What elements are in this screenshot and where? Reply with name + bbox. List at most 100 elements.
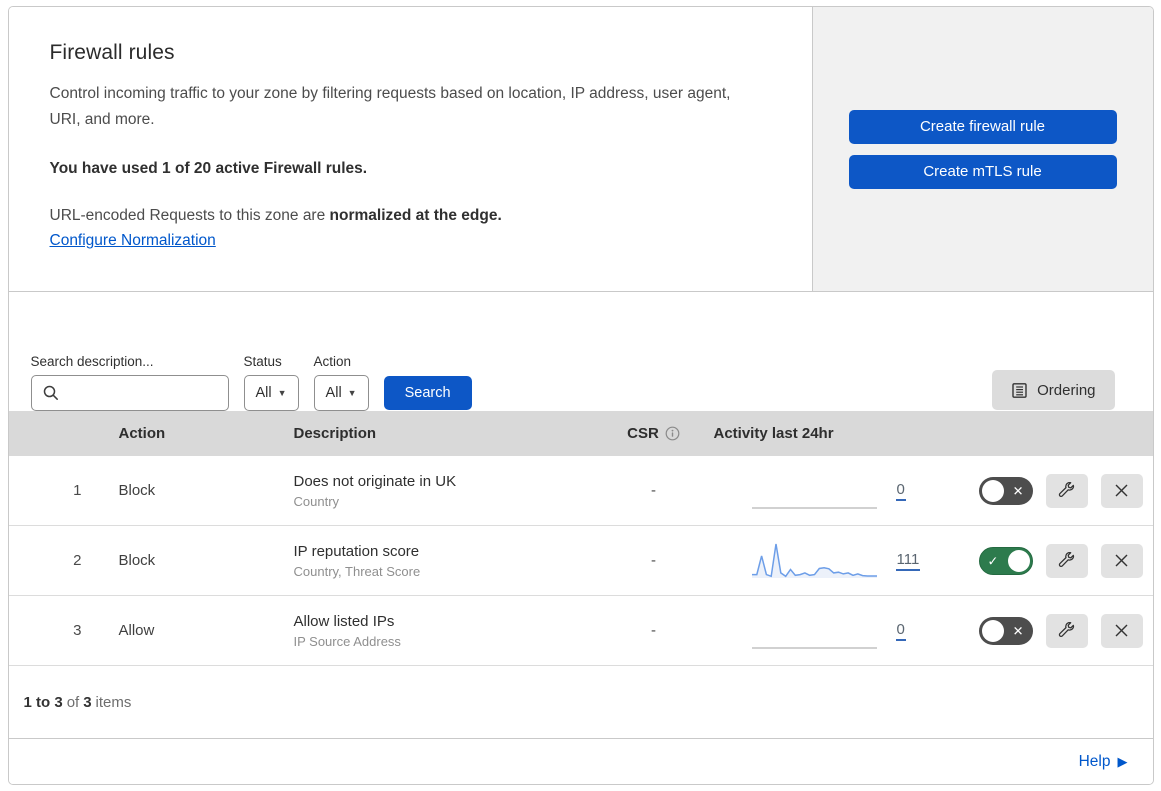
rule-activity: 111 [714,539,969,583]
items-text: items [95,693,132,711]
close-icon [1114,483,1129,498]
rule-controls: ✓ ✕ [969,613,1153,648]
rule-description: IP reputation score Country, Threat Scor… [294,543,594,579]
rule-title: Allow listed IPs [293,612,395,630]
ordering-button[interactable]: Ordering [992,370,1115,410]
search-group: Search description... [30,354,229,411]
action-filter-group: Action All ▼ [313,354,369,411]
rule-csr-value: - [651,552,656,569]
normalization-bold: normalized at the edge. [329,207,502,225]
table-row: 1 Block Does not originate in UK Country… [8,456,1153,526]
header-csr: CSR [627,425,680,442]
edit-rule-button[interactable] [1045,613,1088,648]
activity-count-link[interactable]: 111 [895,551,921,571]
enable-toggle[interactable]: ✓ ✕ [978,476,1033,505]
info-icon[interactable] [665,426,680,441]
ordering-button-label: Ordering [1037,381,1096,399]
normalization-prefix: URL-encoded Requests to this zone are [49,207,330,225]
configure-normalization-link[interactable]: Configure Normalization [50,232,216,249]
rule-controls: ✓ ✕ [969,473,1153,508]
table-row: 3 Allow Allow listed IPs IP Source Addre… [8,596,1153,666]
wrench-icon [1058,622,1075,639]
edit-rule-button[interactable] [1045,543,1088,578]
check-icon: ✓ [987,553,999,568]
delete-rule-button[interactable] [1100,473,1143,508]
rule-action: Allow [118,622,155,639]
header-description: Description [293,425,377,442]
rule-csr-value: - [651,622,656,639]
activity-sparkline [751,539,877,583]
toggle-knob [981,479,1004,502]
rule-activity: 0 [714,609,969,653]
header-activity: Activity last 24hr [713,425,834,442]
activity-sparkline [751,609,877,653]
pagination-summary: 1 to 3 of 3 items [8,666,1153,739]
toggle-knob [1007,549,1030,572]
status-filter-group: Status All ▼ [243,354,299,411]
rule-title: Does not originate in UK [293,472,457,490]
header-text-block: Firewall rules Control incoming traffic … [8,7,813,291]
cross-icon: ✕ [1012,483,1024,498]
enable-toggle[interactable]: ✓ ✕ [978,616,1033,645]
wrench-icon [1058,552,1075,569]
chevron-down-icon: ▼ [277,387,287,398]
search-label: Search description... [30,354,154,369]
rule-priority: 3 [73,622,82,639]
search-icon [42,384,60,402]
help-link[interactable]: Help ▶ [1079,753,1128,771]
list-document-icon [1011,382,1028,399]
edit-rule-button[interactable] [1045,473,1088,508]
status-label: Status [243,354,282,369]
status-select-value: All [255,385,272,401]
rule-fields: Country [293,493,340,509]
create-firewall-rule-button[interactable]: Create firewall rule [848,109,1117,144]
close-icon [1114,623,1129,638]
rule-controls: ✓ ✕ [969,543,1153,578]
close-icon [1114,553,1129,568]
cross-icon: ✕ [1012,623,1024,638]
arrow-right-icon: ▶ [1117,754,1128,769]
delete-rule-button[interactable] [1100,613,1143,648]
activity-count-link[interactable]: 0 [895,621,906,641]
rule-action: Block [118,552,156,569]
firewall-rules-panel: Firewall rules Control incoming traffic … [7,6,1154,785]
rule-action: Block [118,482,156,499]
table-row: 2 Block IP reputation score Country, Thr… [8,526,1153,596]
header-csr-label: CSR [627,425,659,442]
action-select-value: All [325,385,342,401]
usage-summary: You have used 1 of 20 active Firewall ru… [49,160,368,178]
action-panel: Create firewall rule Create mTLS rule [812,7,1153,291]
create-mtls-rule-button[interactable]: Create mTLS rule [848,154,1117,189]
status-select[interactable]: All ▼ [243,375,299,411]
normalization-text: URL-encoded Requests to this zone are no… [50,207,764,225]
wrench-icon [1058,482,1075,499]
rule-priority: 1 [73,482,82,499]
rule-description: Allow listed IPs IP Source Address [294,613,594,649]
action-label: Action [313,354,352,369]
rule-fields: IP Source Address [293,633,401,649]
toggle-knob [981,619,1004,642]
filter-bar: Search description... Status All ▼ Actio… [8,292,1153,411]
delete-rule-button[interactable] [1100,543,1143,578]
search-button[interactable]: Search [383,376,472,410]
enable-toggle[interactable]: ✓ ✕ [978,546,1033,575]
action-select[interactable]: All ▼ [313,375,369,411]
help-bar: Help ▶ [8,739,1153,784]
help-link-label: Help [1078,753,1111,770]
chevron-down-icon: ▼ [347,387,357,398]
rule-activity: 0 [714,469,969,513]
rule-priority: 2 [73,552,82,569]
header-section: Firewall rules Control incoming traffic … [8,7,1153,292]
search-input[interactable] [30,375,229,411]
header-action: Action [118,425,166,442]
items-range: 1 to 3 [23,693,63,711]
activity-count-link[interactable]: 0 [895,481,906,501]
activity-sparkline [751,469,877,513]
items-total: 3 [83,693,92,711]
rule-description: Does not originate in UK Country [294,473,594,509]
rule-csr-value: - [651,482,656,499]
rule-title: IP reputation score [293,542,420,560]
page-title: Firewall rules [49,41,175,64]
page-description: Control incoming traffic to your zone by… [49,85,731,129]
of-text: of [66,693,80,711]
